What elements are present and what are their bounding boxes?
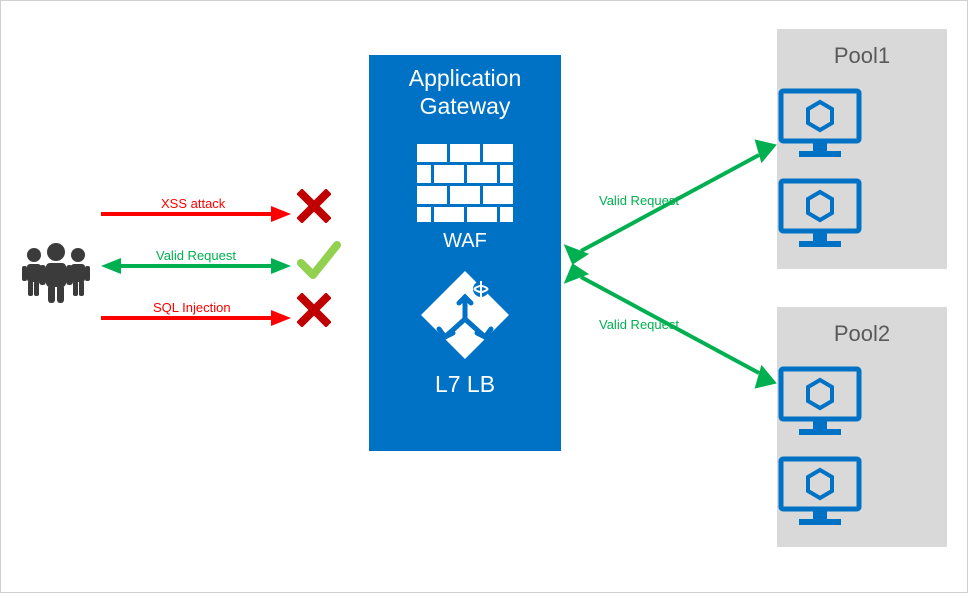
load-balancer-icon <box>419 269 511 361</box>
vm-icon <box>777 177 947 249</box>
label-valid-pool2: Valid Request <box>599 317 679 332</box>
l7-lb-label: L7 LB <box>377 371 553 398</box>
pool1-box: Pool1 <box>777 29 947 269</box>
label-sqli: SQL Injection <box>153 300 231 315</box>
blocked-x-sqli <box>297 293 331 327</box>
pool2-title: Pool2 <box>777 321 947 347</box>
label-xss: XSS attack <box>161 196 225 211</box>
waf-label: WAF <box>377 230 553 253</box>
vm-icon <box>777 87 947 159</box>
pool1-title: Pool1 <box>777 43 947 69</box>
checkmark-icon <box>297 239 341 283</box>
label-valid-left: Valid Request <box>156 248 236 263</box>
users-icon <box>21 241 91 303</box>
diagram-canvas: XSS attack Valid Request SQL Injection A… <box>0 0 968 593</box>
firewall-icon <box>417 144 513 222</box>
blocked-x-xss <box>297 189 331 223</box>
gateway-title: Application Gateway <box>377 65 553 120</box>
label-valid-pool1: Valid Request <box>599 193 679 208</box>
application-gateway-box: Application Gateway <box>369 55 561 451</box>
vm-icon <box>777 455 947 527</box>
pool2-box: Pool2 <box>777 307 947 547</box>
vm-icon <box>777 365 947 437</box>
